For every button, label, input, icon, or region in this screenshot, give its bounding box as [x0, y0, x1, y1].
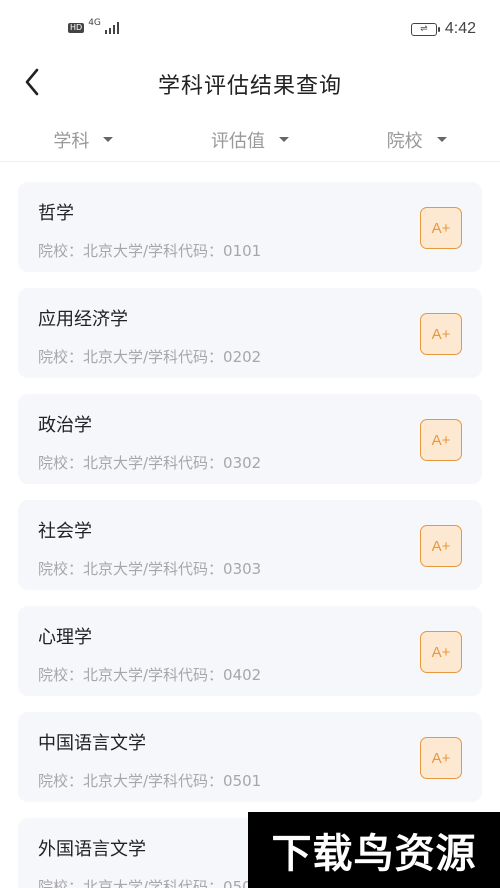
subject-name: 中国语言文学: [38, 733, 146, 754]
battery-icon: ⇌: [410, 22, 440, 36]
list-item[interactable]: 哲学 院校：北京大学/学科代码：0101 A+: [18, 182, 482, 272]
status-right: ⇌ 4:42: [410, 20, 476, 38]
filter-label: 学科: [53, 130, 90, 152]
caret-down-icon: [279, 137, 289, 142]
filter-school[interactable]: 院校: [333, 118, 500, 161]
hd-badge: HD: [68, 23, 85, 33]
subject-meta: 院校：北京大学/学科代码：0402: [38, 666, 262, 684]
signal-area: HD 4G: [68, 18, 119, 34]
subject-name: 应用经济学: [38, 309, 128, 330]
filter-subject[interactable]: 学科: [0, 118, 167, 161]
grade-badge: A+: [420, 419, 462, 461]
filter-grade[interactable]: 评估值: [167, 118, 334, 161]
caret-down-icon: [103, 137, 114, 142]
clock: 4:42: [444, 20, 476, 37]
subject-name: 哲学: [38, 203, 74, 224]
subject-meta: 院校：北京大学/学科代码：0101: [38, 242, 262, 260]
grade-badge: A+: [420, 631, 462, 673]
signal-icon: [104, 22, 119, 34]
list-item[interactable]: 社会学 院校：北京大学/学科代码：0303 A+: [18, 500, 482, 590]
subject-name: 社会学: [38, 521, 92, 542]
caret-down-icon: [436, 137, 447, 142]
grade-badge: A+: [420, 525, 462, 567]
grade-badge: A+: [420, 313, 462, 355]
network-type: 4G: [88, 18, 101, 28]
list-item[interactable]: 心理学 院校：北京大学/学科代码：0402 A+: [18, 606, 482, 696]
watermark: 下载鸟资源: [248, 812, 500, 888]
filter-bar: 学科 评估值 院校: [0, 118, 500, 162]
filter-label: 评估值: [211, 130, 265, 152]
list-item[interactable]: 政治学 院校：北京大学/学科代码：0302 A+: [18, 394, 482, 484]
watermark-text: 下载鸟资源: [271, 831, 477, 877]
subject-meta: 院校：北京大学/学科代码：0202: [38, 348, 262, 366]
subject-name: 政治学: [38, 415, 92, 436]
list-item[interactable]: 应用经济学 院校：北京大学/学科代码：0202 A+: [18, 288, 482, 378]
subject-name: 心理学: [38, 627, 92, 648]
grade-badge: A+: [420, 737, 462, 779]
grade-badge: A+: [420, 207, 462, 249]
filter-label: 院校: [386, 130, 423, 152]
subject-meta: 院校：北京大学/学科代码：0501: [38, 772, 262, 790]
status-bar: HD 4G ⇌ 4:42: [0, 0, 500, 60]
list-item[interactable]: 中国语言文学 院校：北京大学/学科代码：0501 A+: [18, 712, 482, 802]
page-title: 学科评估结果查询: [157, 74, 342, 99]
subject-meta: 院校：北京大学/学科代码：0302: [38, 454, 262, 472]
result-list: 哲学 院校：北京大学/学科代码：0101 A+ 应用经济学 院校：北京大学/学科…: [18, 182, 482, 888]
nav-bar: 学科评估结果查询: [0, 60, 500, 104]
subject-meta: 院校：北京大学/学科代码：0303: [38, 560, 262, 578]
